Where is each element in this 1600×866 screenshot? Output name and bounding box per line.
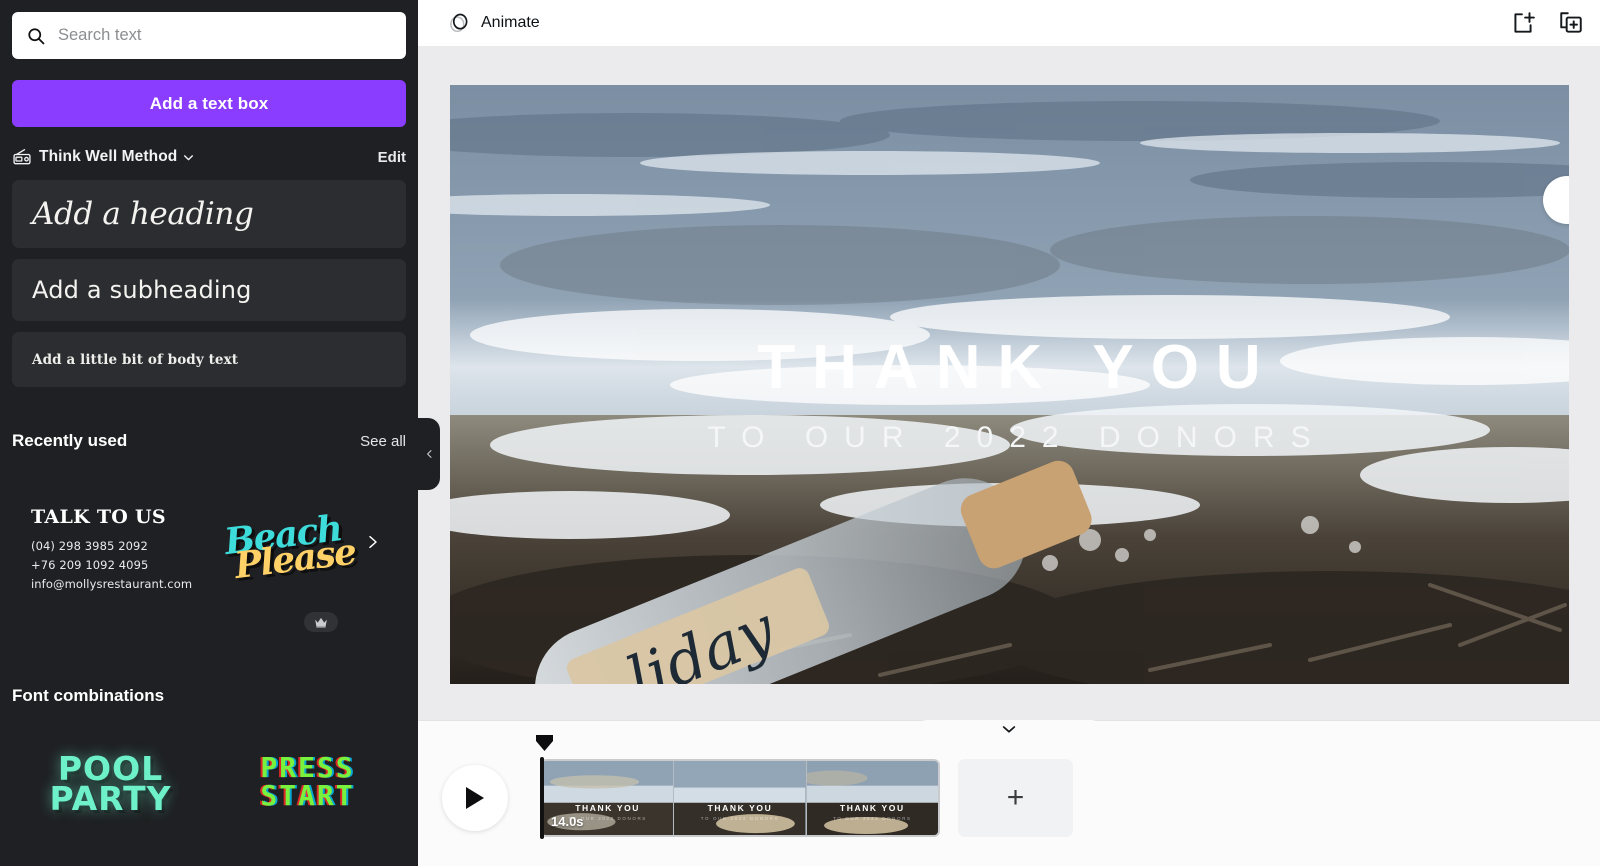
clip-frame-label: THANK YOU [839,803,905,813]
font-combination-press-start[interactable]: PRESS START [209,754,406,815]
search-icon [26,26,46,46]
animate-circles-icon [446,10,472,36]
timeline-add-page-button[interactable]: + [958,759,1073,837]
add-text-box-button[interactable]: Add a text box [12,80,406,127]
canvas-background-photo: liday [449,85,1569,684]
brand-kit-name[interactable]: Think Well Method [39,148,177,166]
search-field[interactable] [12,12,406,59]
recently-used-list: TALK TO US (04) 298 3985 2092 +76 209 10… [12,473,406,632]
clip-frame-sublabel: TO OUR 2022 DONORS [700,816,780,821]
font-combinations-title: Font combinations [12,686,165,705]
chevron-down-icon [1002,726,1016,733]
topbar-actions [1510,10,1584,36]
recent-item-logo[interactable]: Beach Please [210,488,360,632]
play-button[interactable] [442,765,508,831]
chevron-down-icon[interactable] [182,151,195,164]
contact-title: TALK TO US [31,505,166,528]
timeline-collapse-button[interactable] [920,720,1098,746]
logo-word-bottom: Please [232,530,359,588]
brandkit-icon [12,147,32,167]
clip-frame-label: THANK YOU [575,803,641,813]
font-combination-pool-party[interactable]: POOL PARTY [12,752,209,819]
chevron-left-icon [426,450,431,458]
pool-party-line-2: PARTY [49,779,172,819]
contact-line-2: +76 209 1092 4095 [31,557,149,572]
clip-frame: THANK YOU TO OUR 2022 DONORS [806,761,938,835]
recently-used-header: Recently used See all [12,431,406,451]
press-start-line-1: PRESS [260,751,355,784]
text-panel-sidebar: Add a text box Think Well Method [0,0,418,866]
editor-main: Animate liday THANK YOU TO OUR 2022 DONO… [418,0,1600,866]
plus-icon: + [1006,781,1025,814]
recently-used-see-all[interactable]: See all [360,433,406,450]
canva-editor: Add a text box Think Well Method [0,0,1600,866]
text-style-body-label: Add a little bit of body text [32,351,239,368]
recently-used-title: Recently used [12,431,128,450]
brand-kit-edit-button[interactable]: Edit [378,149,406,166]
clip-frame: THANK YOU TO OUR 2022 DONORS [674,761,807,835]
canvas-area: liday THANK YOU TO OUR 2022 DONORS [418,46,1600,720]
play-icon [466,787,484,809]
timeline-panel: THANK YOU TO OUR 2022 DONORS THANK YOU T… [418,720,1600,866]
timeline-clip[interactable]: THANK YOU TO OUR 2022 DONORS THANK YOU T… [540,759,940,837]
text-style-body[interactable]: Add a little bit of body text [12,332,406,387]
text-style-heading[interactable]: Add a heading [12,180,406,248]
animate-button[interactable]: Animate [440,6,546,40]
brand-kit-row: Think Well Method Edit [12,145,406,169]
text-style-heading-label: Add a heading [32,196,254,232]
contact-line-3: info@mollysrestaurant.com [31,576,193,591]
clip-duration-label: 14.0s [551,814,584,829]
design-canvas[interactable]: liday THANK YOU TO OUR 2022 DONORS [449,85,1569,684]
recent-item-contact[interactable]: TALK TO US (04) 298 3985 2092 +76 209 10… [12,506,192,591]
text-style-subheading[interactable]: Add a subheading [12,259,406,321]
add-page-icon[interactable] [1510,10,1536,36]
clip-frame-label: THANK YOU [707,803,773,813]
clip-frame-sublabel: TO OUR 2022 DONORS [833,816,912,821]
sidebar-collapse-button[interactable] [418,418,440,490]
duplicate-page-icon[interactable] [1558,10,1584,36]
clip-start-handle[interactable] [540,757,544,839]
search-input[interactable] [58,26,392,45]
premium-badge [304,612,338,632]
crown-icon [315,617,327,628]
animate-label: Animate [481,14,540,31]
text-style-subheading-label: Add a subheading [32,276,252,304]
editor-topbar: Animate [418,0,1600,46]
chevron-right-icon[interactable] [364,534,380,562]
playhead-marker[interactable] [536,735,553,751]
font-combinations-list: POOL PARTY PRESS START [12,752,406,819]
press-start-line-2: START [260,779,355,812]
contact-line-1: (04) 298 3985 2092 [31,538,148,553]
